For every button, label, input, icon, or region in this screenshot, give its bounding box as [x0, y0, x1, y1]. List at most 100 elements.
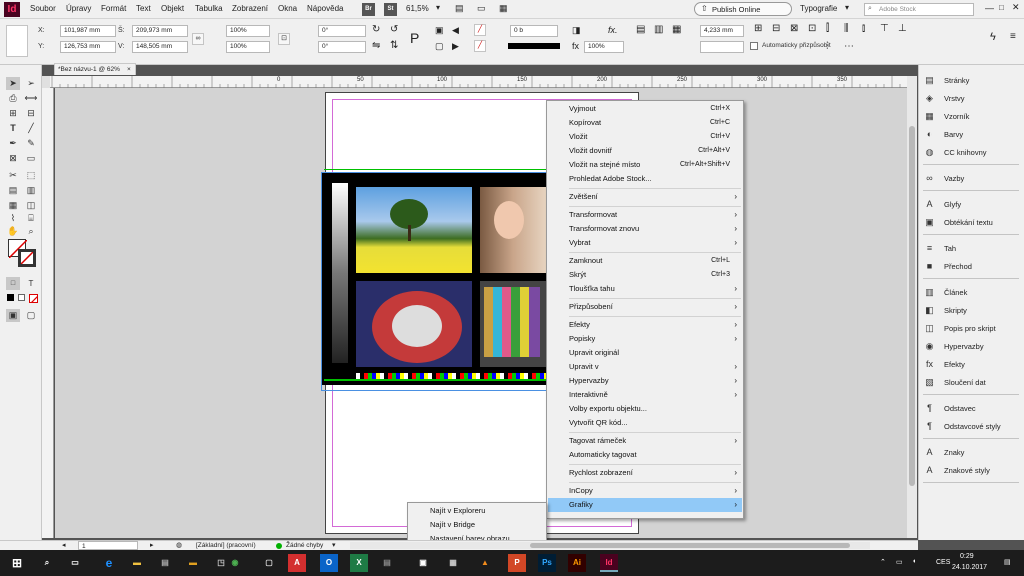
apply-none-icon[interactable] [29, 294, 38, 303]
context-menu-item[interactable]: Grafiky › [548, 498, 742, 512]
photoshop-icon[interactable]: Ps [538, 554, 556, 572]
context-menu-item[interactable]: Skrýt Ctrl+3 [548, 268, 742, 282]
page-number-field[interactable]: 1 [78, 541, 138, 550]
scale-x-field[interactable]: 100% [226, 25, 270, 37]
align-center-icon[interactable]: ⫼ [844, 23, 849, 34]
context-menu-item[interactable]: Vložit na stejné místo Ctrl+Alt+Shift+V [548, 158, 742, 172]
ruler-origin[interactable] [42, 76, 50, 88]
reference-point-icon[interactable] [6, 25, 28, 57]
gradient-swatch-tool-icon[interactable]: ▤ [6, 184, 20, 197]
context-menu-item[interactable]: Vložit dovnitř Ctrl+Alt+V [548, 144, 742, 158]
panel-pages[interactable]: ▤ Stránky [923, 73, 1023, 88]
first-page-icon[interactable]: ◂ [62, 541, 66, 550]
apply-color-icon[interactable] [7, 294, 14, 301]
task-view-icon[interactable]: ▭ [66, 554, 84, 572]
context-menu-item[interactable]: Transformovat › [548, 208, 742, 222]
line-tool-icon[interactable]: ╱ [24, 122, 38, 135]
hand-tool-icon[interactable]: ✋ [6, 225, 20, 238]
pencil-tool-icon[interactable]: ✎ [24, 137, 38, 150]
indesign-taskbar-icon[interactable]: Id [600, 554, 618, 572]
apply-gradient-icon[interactable] [18, 294, 25, 301]
panel-gradient[interactable]: ■ Přechod [923, 259, 1023, 274]
selection-frame[interactable] [321, 172, 547, 391]
center-content-icon[interactable]: ⊡ [808, 23, 816, 34]
select-prev-icon[interactable]: ◀ [452, 25, 459, 36]
select-container-icon[interactable]: ▣ [435, 25, 444, 36]
lightning-icon[interactable]: ϟ [990, 31, 996, 43]
width-field[interactable]: 209,973 mm [132, 25, 188, 37]
fill-swatch-icon[interactable]: ╱ [474, 24, 486, 36]
context-menu-item[interactable]: Vybrat › [548, 236, 742, 250]
format-container-icon[interactable]: □ [6, 277, 20, 290]
panel-glyphs[interactable]: A Glyfy [923, 197, 1023, 212]
y-field[interactable]: 126,753 mm [60, 41, 116, 53]
context-menu-item[interactable]: Přizpůsobení › [548, 300, 742, 314]
panel-text-wrap[interactable]: ▣ Obtékání textu [923, 215, 1023, 230]
stroke-type-preview[interactable] [508, 43, 560, 49]
close-window-button[interactable]: ✕ [1012, 2, 1020, 13]
distribute-v-icon[interactable]: ⋯ [844, 41, 854, 52]
format-text-icon[interactable]: T [24, 277, 38, 290]
shear-field[interactable]: 0° [318, 41, 366, 53]
measure-tool-icon[interactable]: ⌸ [24, 212, 38, 225]
panel-color[interactable]: ◐ Barvy [923, 127, 1023, 142]
h-scroll-thumb[interactable] [530, 543, 850, 548]
illustrator-icon[interactable]: Ai [568, 554, 586, 572]
document-tab[interactable]: *Bez názvu-1 @ 62% × [54, 63, 136, 75]
context-menu-item[interactable]: Transformovat znovu › [548, 222, 742, 236]
fit-content-icon[interactable]: ⊞ [754, 23, 762, 34]
vertical-ruler[interactable] [42, 88, 54, 538]
type-tool-icon[interactable]: T [6, 122, 20, 135]
panel-layers[interactable]: ◈ Vrstvy [923, 91, 1023, 106]
app4-icon[interactable]: ▣ [414, 554, 432, 572]
panel-character[interactable]: A Znaky [923, 445, 1023, 460]
fx-icon[interactable]: fx. [608, 25, 618, 35]
context-menu-item[interactable]: Rychlost zobrazení › [548, 466, 742, 480]
panel-effects[interactable]: fx Efekty [923, 357, 1023, 372]
view-options-icon[interactable]: ▤ [455, 3, 464, 14]
folder-icon[interactable]: ▬ [184, 554, 202, 572]
note-tool-icon[interactable]: ▦ [6, 199, 20, 212]
page-options-icon[interactable]: ◍ [176, 541, 182, 550]
panel-paragraph[interactable]: ¶ Odstavec [923, 401, 1023, 416]
panel-cc-libraries[interactable]: ◍ CC knihovny [923, 145, 1023, 160]
network-icon[interactable]: ▭ [896, 558, 903, 566]
fill-frame-icon[interactable]: ⊠ [790, 23, 798, 34]
menu-5[interactable]: Tabulka [195, 4, 223, 13]
scissors-tool-icon[interactable]: ✂ [6, 169, 20, 182]
context-menu-item[interactable]: Volby exportu objektu... [548, 402, 742, 416]
pen-tool-icon[interactable]: ✒ [6, 137, 20, 150]
context-menu-item[interactable]: Kopírovat Ctrl+C [548, 116, 742, 130]
zoom-level[interactable]: 61,5% [406, 4, 429, 13]
volume-icon[interactable]: ◖ [912, 558, 916, 565]
menu-0[interactable]: Soubor [30, 4, 56, 13]
gap-tool-icon[interactable]: ⟷ [24, 92, 38, 105]
effects-small-icon[interactable]: fx [572, 41, 579, 51]
acrobat-icon[interactable]: A [288, 554, 306, 572]
context-menu-item[interactable]: Popisky › [548, 332, 742, 346]
content-collector-icon[interactable]: ⊞ [6, 107, 20, 120]
autofit-checkbox[interactable] [750, 42, 758, 50]
workspace-dropdown-icon[interactable]: ▾ [845, 3, 849, 12]
lock-icon[interactable]: ⊡ [278, 33, 290, 45]
flip-h-icon[interactable]: ⇋ [372, 40, 380, 51]
x-field[interactable]: 101,987 mm [60, 25, 116, 37]
preview-mode-icon[interactable]: ▢ [24, 309, 38, 322]
context-menu-item[interactable]: InCopy › [548, 484, 742, 498]
panel-stroke[interactable]: ≡ Tah [923, 241, 1023, 256]
start-icon[interactable]: ⊞ [8, 554, 26, 572]
rectangle-frame-tool-icon[interactable]: ⊠ [6, 152, 20, 165]
rotate-field[interactable]: 0° [318, 25, 366, 37]
context-menu-item[interactable]: Zamknout Ctrl+L [548, 254, 742, 268]
language-indicator[interactable]: CES [936, 559, 950, 566]
panel-scripts[interactable]: ◧ Skripty [923, 303, 1023, 318]
rotate-cw-icon[interactable]: ↻ [372, 24, 380, 35]
menu-1[interactable]: Úpravy [66, 4, 91, 13]
store-icon[interactable]: ▤ [156, 554, 174, 572]
stock-search-input[interactable]: ⌕ Adobe Stock [864, 3, 974, 16]
align-top-icon[interactable]: ⊤ [880, 23, 889, 34]
selection-tool-icon[interactable]: ➤ [6, 77, 20, 90]
app2-icon[interactable]: ▢ [260, 554, 278, 572]
chrome-icon[interactable]: ◉ [226, 554, 244, 572]
wrap-shape-icon[interactable]: ▦ [672, 24, 681, 35]
